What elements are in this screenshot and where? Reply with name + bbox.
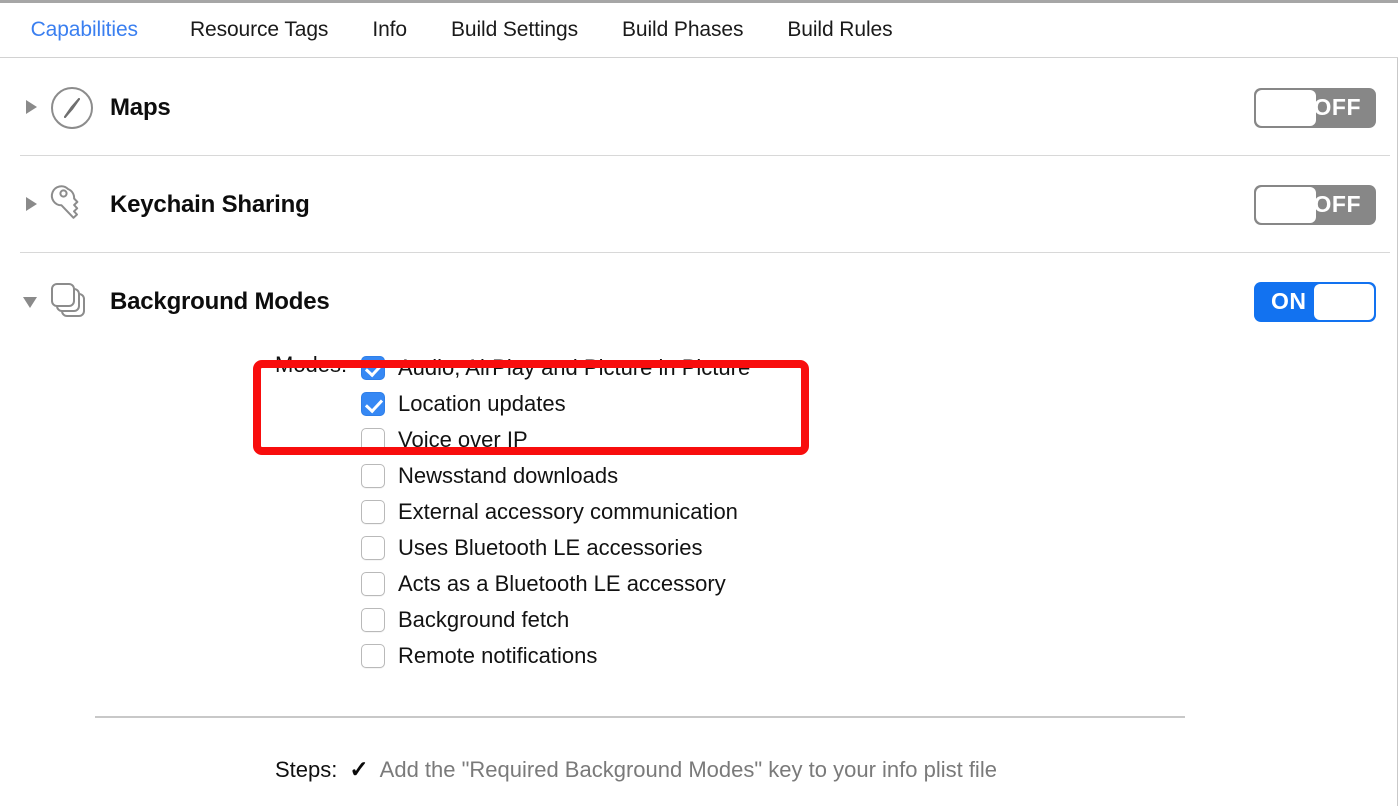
capability-title-keychain-sharing: Keychain Sharing [110,191,310,219]
key-icon [46,179,98,231]
toggle-label-maps: OFF [1314,94,1362,121]
checkbox-unchecked-icon[interactable] [361,536,385,560]
checkbox-unchecked-icon[interactable] [361,572,385,596]
steps-description: Add the "Required Background Modes" key … [380,757,997,783]
capability-title-background-modes: Background Modes [110,288,330,316]
mode-item-location-updates[interactable]: Location updates [361,386,1398,422]
checkbox-checked-icon[interactable] [361,392,385,416]
toggle-knob [1314,284,1374,320]
toggle-label-background-modes: ON [1271,288,1307,315]
mode-item-external-accessory-communication[interactable]: External accessory communication [361,494,1398,530]
capability-row-background-modes[interactable]: Background Modes ON [0,253,1398,350]
compass-icon [46,82,98,134]
stacked-cards-icon [46,276,98,328]
steps-label: Steps: [275,757,337,783]
checkbox-unchecked-icon[interactable] [361,428,385,452]
checkbox-unchecked-icon[interactable] [361,500,385,524]
checkbox-unchecked-icon[interactable] [361,608,385,632]
modes-label: Modes: [275,352,347,378]
mode-label: Uses Bluetooth LE accessories [398,535,703,561]
tab-build-settings[interactable]: Build Settings [451,18,578,42]
tab-resource-tags[interactable]: Resource Tags [190,18,328,42]
disclosure-triangle-background-modes[interactable] [22,291,44,313]
mode-item-audio-airplay-pip[interactable]: Audio, AirPlay and Picture in Picture [361,350,1398,386]
mode-label: Background fetch [398,607,569,633]
toggle-knob [1256,187,1316,223]
tab-build-rules[interactable]: Build Rules [787,18,892,42]
check-mark-icon: ✓ [349,756,368,783]
capabilities-editor: l Capabilities Resource Tags Info Build … [0,0,1398,806]
panel-divider [95,716,1185,718]
disclosure-triangle-keychain-sharing[interactable] [22,194,44,216]
mode-item-acts-as-bluetooth-le-accessory[interactable]: Acts as a Bluetooth LE accessory [361,566,1398,602]
mode-item-background-fetch[interactable]: Background fetch [361,602,1398,638]
tab-info[interactable]: Info [372,18,407,42]
mode-label: External accessory communication [398,499,738,525]
project-editor-tab-bar: l Capabilities Resource Tags Info Build … [0,3,1398,58]
modes-block: Modes: Audio, AirPlay and Picture in Pic… [0,350,1398,674]
mode-item-uses-bluetooth-le-accessories[interactable]: Uses Bluetooth LE accessories [361,530,1398,566]
modes-checkbox-list: Audio, AirPlay and Picture in Picture Lo… [361,350,1398,674]
mode-label: Newsstand downloads [398,463,618,489]
capability-list: Maps OFF Keychain Sharing OFF [0,59,1398,350]
capability-title-maps: Maps [110,94,171,122]
checkbox-unchecked-icon[interactable] [361,644,385,668]
disclosure-triangle-maps[interactable] [22,97,44,119]
capability-row-keychain-sharing[interactable]: Keychain Sharing OFF [0,156,1398,253]
tab-build-phases[interactable]: Build Phases [622,18,743,42]
steps-row: Steps: ✓ Add the "Required Background Mo… [275,756,997,783]
mode-item-newsstand-downloads[interactable]: Newsstand downloads [361,458,1398,494]
mode-label: Location updates [398,391,566,417]
toggle-maps[interactable]: OFF [1254,88,1376,128]
tab-capabilities[interactable]: Capabilities [31,18,138,42]
mode-label: Acts as a Bluetooth LE accessory [398,571,726,597]
background-modes-panel: Modes: Audio, AirPlay and Picture in Pic… [0,350,1398,674]
mode-label: Voice over IP [398,427,528,453]
toggle-knob [1256,90,1316,126]
mode-label: Audio, AirPlay and Picture in Picture [398,355,750,381]
toggle-label-keychain-sharing: OFF [1314,191,1362,218]
mode-item-voice-over-ip[interactable]: Voice over IP [361,422,1398,458]
toggle-background-modes[interactable]: ON [1254,282,1376,322]
toggle-keychain-sharing[interactable]: OFF [1254,185,1376,225]
checkbox-unchecked-icon[interactable] [361,464,385,488]
capability-row-maps[interactable]: Maps OFF [0,59,1398,156]
mode-label: Remote notifications [398,643,597,669]
mode-item-remote-notifications[interactable]: Remote notifications [361,638,1398,674]
checkbox-checked-icon[interactable] [361,356,385,380]
